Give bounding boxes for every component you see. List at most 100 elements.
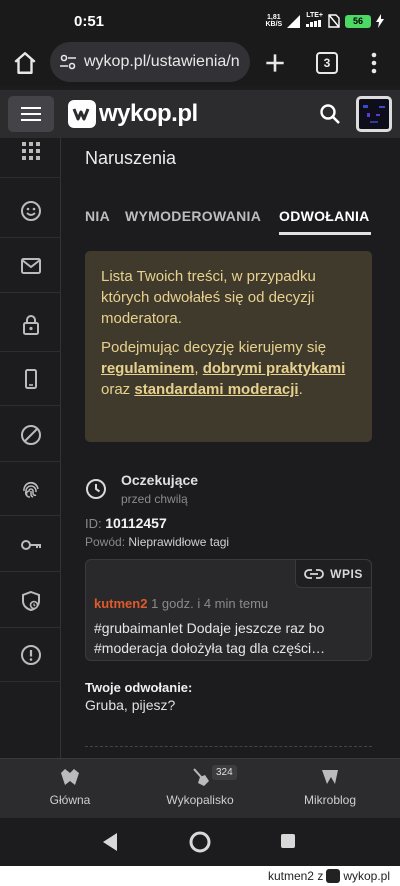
browser-toolbar: wykop.pl/ustawienia/n 3	[0, 40, 400, 86]
status-time: 0:51	[74, 13, 105, 30]
tab-wymoderowania[interactable]: WYMODEROWANIA	[125, 208, 261, 224]
sidebar-item-general[interactable]	[0, 124, 61, 178]
page-title: Naruszenia	[85, 148, 177, 168]
phone-icon	[24, 368, 37, 389]
status-time: przed chwilą	[121, 492, 188, 506]
notice-text-1: Lista Twoich treści, w przypadku których…	[101, 268, 316, 327]
tab-switcher-button[interactable]: 3	[316, 52, 338, 74]
avatar[interactable]	[356, 96, 392, 132]
entry-type-badge[interactable]: WPIS	[295, 560, 371, 588]
mail-icon	[20, 257, 41, 274]
more-menu-icon[interactable]	[366, 50, 382, 76]
regulations-link[interactable]: regulaminem	[101, 360, 194, 377]
tab-odwolania[interactable]: ODWOŁANIA	[279, 208, 370, 224]
entry-time: 1 godz. i 4 min temu	[147, 596, 269, 611]
home-circle-icon[interactable]	[188, 830, 212, 854]
entry-author[interactable]: kutmen2	[94, 596, 147, 611]
back-icon[interactable]	[101, 832, 119, 852]
sidebar-item-blacklist[interactable]	[0, 408, 61, 462]
smiley-icon	[20, 200, 41, 221]
active-tab-indicator	[279, 232, 371, 235]
reason-value: Nieprawidłowe tagi	[128, 535, 230, 549]
network-type: LTE+	[306, 12, 323, 30]
id-value: 10112457	[105, 515, 167, 531]
good-practices-link[interactable]: dobrymi praktykami	[203, 360, 346, 377]
recents-icon[interactable]	[280, 833, 296, 849]
alert-icon	[20, 644, 41, 665]
wykop-logo-icon	[68, 100, 96, 128]
your-appeal-text: Gruba, pijesz?	[85, 697, 176, 713]
net-speed: 1,81 KB/S	[265, 14, 282, 28]
sidebar-item-apps[interactable]	[0, 518, 61, 572]
your-appeal-label: Twoje odwołanie:	[85, 680, 193, 695]
appeal-id: ID: 10112457	[85, 515, 167, 531]
status-bar: 0:51 1,81 KB/S LTE+ 56	[0, 0, 400, 40]
new-tab-icon[interactable]	[262, 50, 288, 76]
home-icon[interactable]	[12, 50, 38, 76]
sidebar-item-email[interactable]	[0, 239, 61, 293]
net-speed-value: 1,81	[267, 14, 281, 21]
key-icon	[20, 539, 41, 550]
nav-microblog-label: Mikroblog	[303, 793, 357, 807]
watermark-user: kutmen2 z	[267, 869, 324, 883]
watermark-logo-icon	[326, 869, 341, 883]
settings-sidebar	[0, 138, 61, 758]
nav-home[interactable]: Główna	[10, 767, 130, 807]
notice-text-2: Podejmując decyzję kierujemy się regulam…	[101, 337, 356, 400]
system-navigation	[0, 818, 400, 866]
sidebar-item-privacy[interactable]	[0, 462, 61, 516]
site-logo[interactable]: wykop.pl	[68, 100, 198, 128]
sidebar-item-profile[interactable]	[0, 184, 61, 238]
home-nav-icon	[61, 769, 79, 785]
logo-text: wykop.pl	[99, 100, 198, 127]
clock-icon	[86, 479, 106, 499]
sidebar-item-mobile[interactable]	[0, 352, 61, 406]
info-notice: Lista Twoich treści, w przypadku których…	[85, 251, 372, 442]
url-text: wykop.pl/ustawienia/n	[84, 53, 240, 70]
shovel-icon	[193, 768, 209, 786]
charging-icon	[376, 14, 384, 28]
nav-microblog[interactable]: Mikroblog	[270, 767, 390, 807]
battery-indicator: 56	[345, 14, 371, 28]
shield-icon	[21, 590, 40, 611]
appeal-reason: Powód: Nieprawidłowe tagi	[85, 535, 229, 549]
watermark-brand: wykop.pl	[343, 869, 390, 883]
notice-sep-1: ,	[194, 360, 203, 377]
nav-wykopalisko-label: Wykopalisko	[166, 793, 234, 807]
moderation-standards-link[interactable]: standardami moderacji	[134, 381, 298, 398]
signal-icon	[287, 14, 301, 28]
link-icon	[304, 568, 325, 579]
entry-card[interactable]: WPIS kutmen2 1 godz. i 4 min temu #gruba…	[85, 559, 372, 661]
status-label: Oczekujące	[121, 472, 199, 488]
wykopalisko-count-badge: 324	[212, 765, 237, 780]
block-icon	[20, 424, 41, 445]
id-label: ID:	[85, 516, 106, 531]
entry-text: #grubaimanlet Dodaje jeszcze raz bo #mod…	[94, 620, 326, 656]
notice-text-2-start: Podejmując decyzję kierujemy się	[101, 339, 327, 356]
divider	[85, 746, 372, 747]
appeal-status: Oczekujące przed chwilą	[85, 470, 375, 510]
sidebar-item-info[interactable]	[0, 628, 61, 682]
main-content: Naruszenia NIA WYMODEROWANIA ODWOŁANIA L…	[62, 138, 400, 758]
lock-icon	[22, 314, 39, 335]
status-icons: 1,81 KB/S LTE+ 56	[265, 12, 384, 30]
fingerprint-icon	[22, 481, 39, 498]
watermark-bar: kutmen2 z wykop.pl	[0, 866, 400, 886]
search-icon[interactable]	[318, 102, 342, 126]
site-settings-icon[interactable]	[58, 52, 78, 72]
entry-type-label: WPIS	[330, 566, 363, 581]
bottom-navigation: Główna Wykopalisko 324 Mikroblog	[0, 758, 400, 818]
microblog-icon	[322, 770, 338, 784]
nav-home-label: Główna	[49, 793, 91, 807]
signal-bars-icon	[306, 20, 322, 27]
watermark: kutmen2 z wykop.pl	[268, 869, 390, 883]
sidebar-item-security[interactable]	[0, 298, 61, 352]
network-label: LTE+	[306, 12, 323, 19]
sidebar-item-violations[interactable]	[0, 574, 61, 628]
tab-naruszenia[interactable]: NIA	[85, 208, 110, 224]
reason-label: Powód:	[85, 535, 129, 549]
phone-screen: 0:51 1,81 KB/S LTE+ 56 wykop.pl/ustawien…	[0, 0, 400, 866]
grid-icon	[21, 141, 40, 160]
address-bar[interactable]: wykop.pl/ustawienia/n	[50, 42, 250, 82]
nav-wykopalisko[interactable]: Wykopalisko	[140, 767, 260, 807]
